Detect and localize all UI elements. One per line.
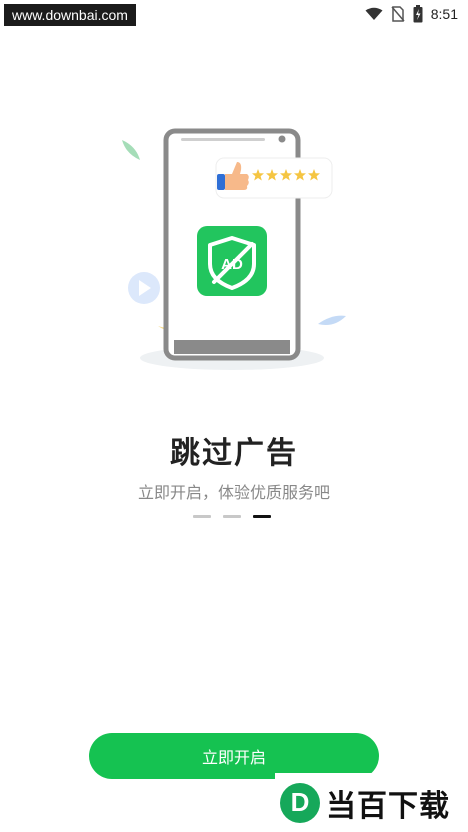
page-indicator xyxy=(193,515,271,518)
wifi-icon xyxy=(365,7,383,20)
rating-card xyxy=(215,157,333,199)
onboarding-screen: www.downbai.com 8:51 跳过广告 立即开启，体验优质服务吧 立… xyxy=(0,0,468,832)
page-dot-3-active xyxy=(253,515,271,518)
battery-icon xyxy=(413,5,423,23)
page-dot-2 xyxy=(223,515,241,518)
logo-d-icon: D xyxy=(280,782,320,823)
status-icons: 8:51 xyxy=(365,3,458,25)
page-subtitle: 立即开启，体验优质服务吧 xyxy=(137,483,330,502)
confetti-green xyxy=(122,140,140,160)
page-title: 跳过广告 xyxy=(170,436,298,471)
ad-block-icon: AD xyxy=(197,226,267,296)
play-bubble xyxy=(128,272,160,304)
status-bar: www.downbai.com 8:51 xyxy=(0,0,468,28)
page-dot-1 xyxy=(193,515,211,518)
status-time: 8:51 xyxy=(430,6,458,22)
skip-ads-illustration: AD xyxy=(122,128,346,370)
logo-text: 当百下载 xyxy=(326,788,450,824)
confetti-blue xyxy=(318,315,346,325)
no-sim-icon xyxy=(391,6,405,22)
watermark-url: www.downbai.com xyxy=(4,4,136,26)
site-logo-watermark: D 当百下载 xyxy=(275,773,468,832)
